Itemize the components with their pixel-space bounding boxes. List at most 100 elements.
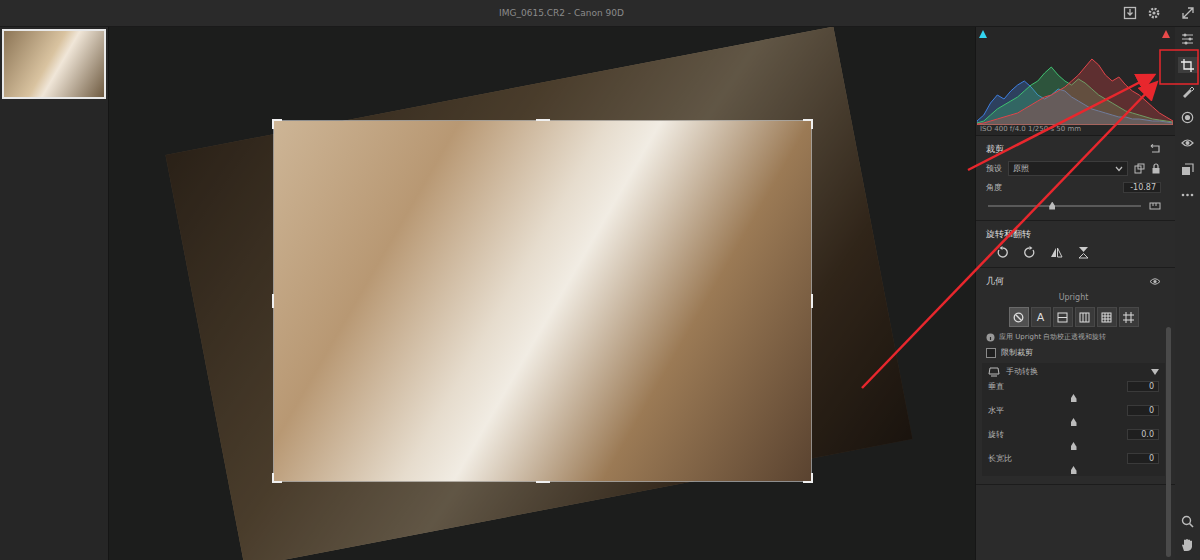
- highlight-clipping-icon[interactable]: [1161, 29, 1171, 39]
- fullscreen-icon[interactable]: [1181, 6, 1195, 20]
- flip-vertical-icon[interactable]: [1077, 246, 1090, 259]
- upright-mode-button[interactable]: [1009, 307, 1029, 327]
- flip-horizontal-icon[interactable]: [1050, 246, 1063, 259]
- orientation-icon[interactable]: [1134, 163, 1145, 174]
- guided-icon: [1123, 312, 1134, 323]
- crop-handle[interactable]: [536, 119, 550, 121]
- transform-slider: 旋转 0.0: [988, 428, 1159, 449]
- slider-value[interactable]: 0.0: [1127, 429, 1159, 440]
- info-icon: [986, 333, 995, 342]
- field-label: 预设: [986, 163, 1002, 174]
- edit-sliders-icon: [1181, 33, 1194, 45]
- upright-mode-button[interactable]: [1119, 307, 1139, 327]
- slider-label: 旋转: [988, 429, 1004, 440]
- thumbnail-photo: [4, 31, 104, 97]
- rotate-section: 旋转和翻转: [976, 221, 1175, 268]
- crop-handle[interactable]: [803, 473, 813, 483]
- transform-slider: 长宽比 0: [988, 452, 1159, 473]
- presets-icon: [1181, 163, 1194, 176]
- rotate-right-icon[interactable]: [1023, 246, 1036, 259]
- upright-label: Upright: [986, 293, 1161, 302]
- histogram-series: [977, 59, 1173, 125]
- slider-value[interactable]: 0: [1127, 381, 1159, 392]
- hand-icon[interactable]: [1181, 538, 1194, 552]
- tool-button[interactable]: [1178, 83, 1198, 99]
- auto-label: A: [1037, 311, 1045, 324]
- lock-closed-icon[interactable]: [1151, 163, 1161, 174]
- panel-scrollbar[interactable]: [1166, 327, 1171, 557]
- tool-button[interactable]: [1178, 161, 1198, 177]
- vertical-icon: [1079, 312, 1090, 323]
- upright-mode-button[interactable]: [1075, 307, 1095, 327]
- filmstrip: [0, 27, 109, 560]
- aspect-dropdown[interactable]: 原照: [1008, 161, 1128, 176]
- shadow-clipping-icon[interactable]: [978, 29, 988, 39]
- slider-value[interactable]: 0: [1127, 453, 1159, 464]
- rotate-left-icon[interactable]: [996, 246, 1009, 259]
- crop-handle[interactable]: [272, 294, 274, 308]
- upright-info: 应用 Upright 自动校正透视和旋转: [986, 332, 1161, 342]
- annotation-overlay: [0, 0, 1200, 560]
- upright-mode-button[interactable]: A: [1031, 307, 1051, 327]
- section-title: 裁剪: [986, 143, 1004, 156]
- dropdown-value: 原照: [1013, 163, 1029, 174]
- tool-button[interactable]: [1178, 135, 1198, 151]
- gear-icon[interactable]: [1147, 6, 1161, 20]
- crop-handle[interactable]: [536, 481, 550, 483]
- geometry-section: 几何 Upright A 应用 Upright 自动校正透视和旋转 限制裁剪 手…: [976, 268, 1175, 485]
- info-text: 应用 Upright 自动校正透视和旋转: [999, 332, 1106, 342]
- crop-section: 裁剪 预设 原照 角度 -10.87: [976, 136, 1175, 221]
- save-icon[interactable]: [1123, 6, 1137, 20]
- tool-button[interactable]: [1178, 57, 1198, 73]
- camera-info: ISO 400 f/4.0 1/250 s 50 mm: [980, 125, 1081, 133]
- crop-icon: [1181, 59, 1194, 72]
- section-title: 几何: [986, 275, 1004, 288]
- mask-icon: [1181, 111, 1194, 124]
- crop-handle[interactable]: [803, 119, 813, 129]
- histogram-chart: [977, 29, 1173, 125]
- arrow-annotation: [968, 76, 1152, 170]
- healing-brush-icon: [1181, 85, 1194, 98]
- angle-value[interactable]: -10.87: [1123, 182, 1161, 193]
- reset-icon[interactable]: [1149, 144, 1161, 154]
- camera-raw-window: IMG_0615.CR2 - Canon 90D ISO 400 f/4.0 1…: [0, 0, 1200, 560]
- crop-handle[interactable]: [272, 119, 282, 129]
- manual-header[interactable]: 手动转换: [988, 366, 1159, 377]
- crop-handle[interactable]: [811, 294, 813, 308]
- more-icon: [1181, 193, 1194, 197]
- chevron-down-icon: [1115, 166, 1123, 172]
- red-eye-icon: [1181, 138, 1194, 148]
- tool-button[interactable]: [1178, 109, 1198, 125]
- upright-modes: A: [986, 307, 1161, 327]
- window-title: IMG_0615.CR2 - Canon 90D: [0, 8, 1123, 18]
- crop-handle[interactable]: [272, 473, 282, 483]
- tool-strip: [1175, 27, 1200, 560]
- upright-mode-button[interactable]: [1097, 307, 1117, 327]
- highlight-box: [1160, 50, 1198, 84]
- slider-label: 水平: [988, 405, 1004, 416]
- tool-button[interactable]: [1178, 31, 1198, 47]
- slider-value[interactable]: 0: [1127, 405, 1159, 416]
- title-bar: IMG_0615.CR2 - Canon 90D: [0, 0, 1200, 27]
- eye-icon[interactable]: [1149, 277, 1161, 286]
- angle-slider[interactable]: [988, 205, 1141, 207]
- field-label: 角度: [986, 182, 1002, 193]
- upright-mode-button[interactable]: [1053, 307, 1073, 327]
- transform-icon: [988, 367, 1000, 377]
- checkbox[interactable]: [986, 348, 996, 358]
- crop-frame[interactable]: [274, 121, 811, 481]
- section-title: 旋转和翻转: [986, 228, 1031, 241]
- constrain-crop-checkbox[interactable]: 限制裁剪: [986, 347, 1161, 358]
- image-canvas: [109, 27, 975, 560]
- chevron-down-icon: [1151, 369, 1159, 375]
- tool-button[interactable]: [1178, 187, 1198, 203]
- arrow-annotation: [862, 84, 1155, 388]
- slider-label: 垂直: [988, 381, 1004, 392]
- straighten-tool-icon[interactable]: [1149, 201, 1161, 211]
- filmstrip-thumbnail[interactable]: [2, 29, 106, 99]
- slider-label: 长宽比: [988, 453, 1012, 464]
- zoom-icon[interactable]: [1181, 515, 1194, 528]
- off-icon: [1013, 312, 1024, 323]
- transform-slider: 垂直 0: [988, 380, 1159, 401]
- transform-slider: 水平 0: [988, 404, 1159, 425]
